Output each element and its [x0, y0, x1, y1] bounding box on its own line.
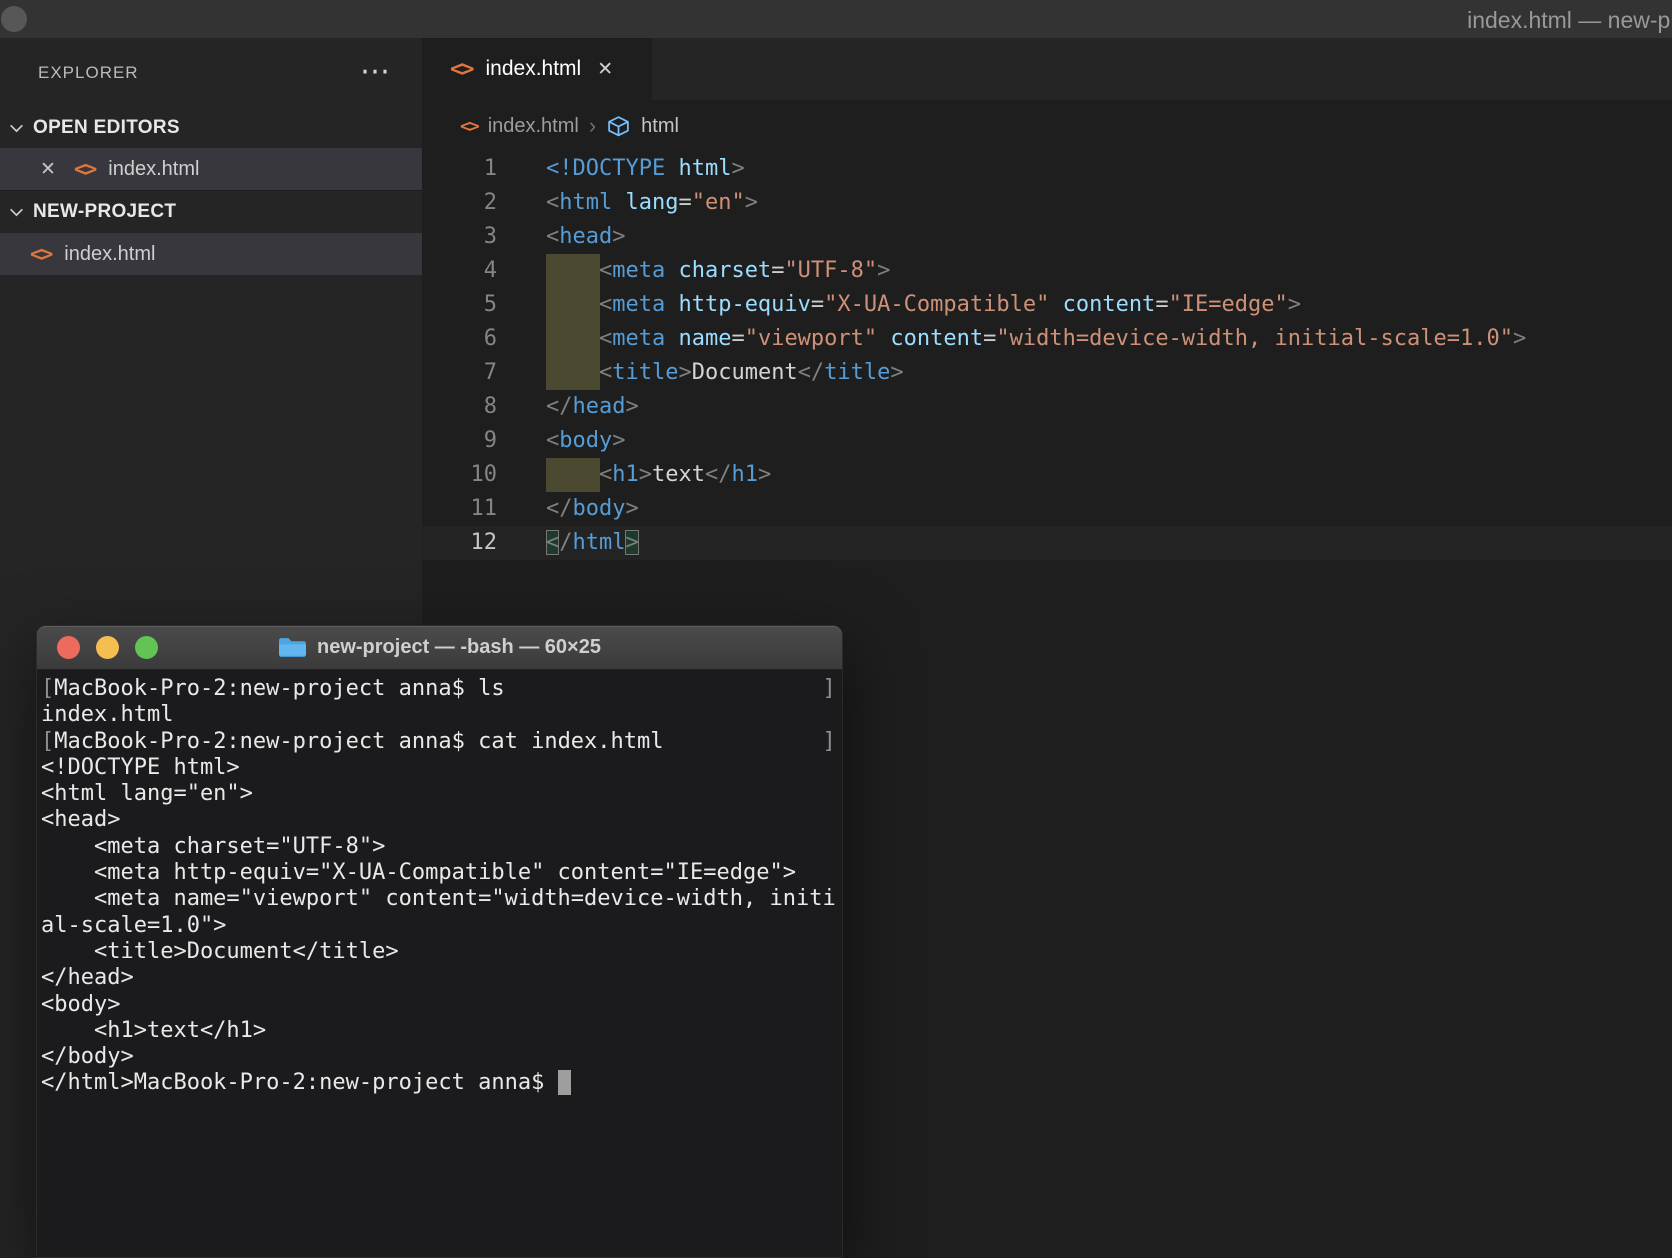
more-actions-icon[interactable]: ⋯: [360, 52, 390, 92]
code-line[interactable]: 10 <h1>text</h1>: [422, 458, 1672, 492]
terminal-title-text: new-project — -bash — 60×25: [317, 636, 601, 659]
code-line[interactable]: 2<html lang="en">: [422, 186, 1672, 220]
terminal-titlebar[interactable]: new-project — -bash — 60×25: [37, 626, 842, 670]
line-number: 5: [422, 288, 497, 322]
html-file-icon: <>: [30, 242, 51, 266]
breadcrumb-file[interactable]: index.html: [488, 115, 579, 138]
terminal-body[interactable]: [MacBook-Pro-2:new-project anna$ ls ]ind…: [37, 670, 842, 1097]
terminal-line: <html lang="en">: [41, 781, 842, 807]
code-line[interactable]: 11</body>: [422, 492, 1672, 526]
terminal-title: new-project — -bash — 60×25: [278, 636, 601, 659]
line-number: 9: [422, 424, 497, 458]
code-line[interactable]: 9<body>: [422, 424, 1672, 458]
traffic-light-unfocused-icon[interactable]: [1, 6, 27, 32]
breadcrumb-symbol[interactable]: html: [641, 115, 679, 138]
line-number: 10: [422, 458, 497, 492]
folder-icon: [278, 636, 307, 659]
terminal-line: <title>Document</title>: [41, 939, 842, 965]
terminal-cursor: [558, 1070, 571, 1095]
explorer-title: EXPLORER: [38, 63, 139, 83]
chevron-down-icon: [8, 204, 25, 221]
terminal-line: al-scale=1.0">: [41, 913, 842, 939]
html-file-icon: <>: [74, 157, 95, 181]
terminal-line: index.html: [41, 702, 842, 728]
editor-tabstrip: <> index.html ✕: [422, 38, 1672, 100]
open-editor-label: index.html: [108, 158, 199, 181]
terminal-line: <meta charset="UTF-8">: [41, 834, 842, 860]
code-line[interactable]: 7 <title>Document</title>: [422, 356, 1672, 390]
breadcrumb: <> index.html › html: [422, 100, 1672, 152]
line-number: 2: [422, 186, 497, 220]
html-file-icon: <>: [450, 57, 473, 82]
terminal-line: <h1>text</h1>: [41, 1018, 842, 1044]
terminal-line: <meta http-equiv="X-UA-Compatible" conte…: [41, 860, 842, 886]
line-number: 3: [422, 220, 497, 254]
line-number: 12: [422, 526, 497, 560]
zoom-window-icon[interactable]: [135, 636, 158, 659]
terminal-line: <head>: [41, 807, 842, 833]
explorer-header: EXPLORER ⋯: [0, 38, 422, 108]
tab-close-icon[interactable]: ✕: [597, 58, 613, 81]
terminal-line: [MacBook-Pro-2:new-project anna$ cat ind…: [41, 729, 842, 755]
code-line[interactable]: 12</html>: [422, 526, 1672, 560]
code-line[interactable]: 8</head>: [422, 390, 1672, 424]
close-window-icon[interactable]: [57, 636, 80, 659]
terminal-line: <body>: [41, 992, 842, 1018]
symbol-cube-icon: [606, 114, 631, 139]
code-lines: 1<!DOCTYPE html>2<html lang="en">3<head>…: [422, 152, 1672, 560]
section-label: NEW-PROJECT: [33, 201, 176, 223]
terminal-line: <!DOCTYPE html>: [41, 755, 842, 781]
code-line[interactable]: 5 <meta http-equiv="X-UA-Compatible" con…: [422, 288, 1672, 322]
minimize-window-icon[interactable]: [96, 636, 119, 659]
close-editor-icon[interactable]: ✕: [40, 158, 74, 181]
code-line[interactable]: 4 <meta charset="UTF-8">: [422, 254, 1672, 288]
vscode-window: index.html — new-pr EXPLORER ⋯ OPEN EDIT…: [0, 0, 1672, 1258]
line-number: 4: [422, 254, 497, 288]
code-line[interactable]: 1<!DOCTYPE html>: [422, 152, 1672, 186]
chevron-down-icon: [8, 120, 25, 137]
terminal-line: </body>: [41, 1044, 842, 1070]
line-number: 8: [422, 390, 497, 424]
terminal-window: new-project — -bash — 60×25 [MacBook-Pro…: [36, 625, 843, 1258]
terminal-line: [MacBook-Pro-2:new-project anna$ ls ]: [41, 676, 842, 702]
code-editor[interactable]: 1<!DOCTYPE html>2<html lang="en">3<head>…: [422, 152, 1672, 560]
code-line[interactable]: 3<head>: [422, 220, 1672, 254]
section-new-project[interactable]: NEW-PROJECT: [0, 190, 422, 233]
html-file-icon: <>: [460, 116, 478, 137]
line-number: 6: [422, 322, 497, 356]
line-number: 11: [422, 492, 497, 526]
section-label: OPEN EDITORS: [33, 117, 180, 139]
tab-index-html[interactable]: <> index.html ✕: [422, 38, 652, 100]
window-title: index.html — new-pr: [1467, 7, 1672, 34]
line-number: 7: [422, 356, 497, 390]
terminal-line: <meta name="viewport" content="width=dev…: [41, 886, 842, 912]
line-number: 1: [422, 152, 497, 186]
terminal-line: </html>MacBook-Pro-2:new-project anna$: [41, 1070, 842, 1096]
terminal-line: </head>: [41, 965, 842, 991]
file-item-index-html[interactable]: <> index.html: [0, 233, 422, 275]
open-editor-item-index-html[interactable]: ✕ <> index.html: [0, 148, 422, 190]
tab-label: index.html: [486, 57, 582, 81]
section-open-editors[interactable]: OPEN EDITORS: [0, 108, 422, 148]
vscode-titlebar: index.html — new-pr: [0, 0, 1672, 38]
breadcrumb-separator-icon: ›: [589, 113, 596, 139]
code-line[interactable]: 6 <meta name="viewport" content="width=d…: [422, 322, 1672, 356]
file-label: index.html: [64, 243, 155, 266]
